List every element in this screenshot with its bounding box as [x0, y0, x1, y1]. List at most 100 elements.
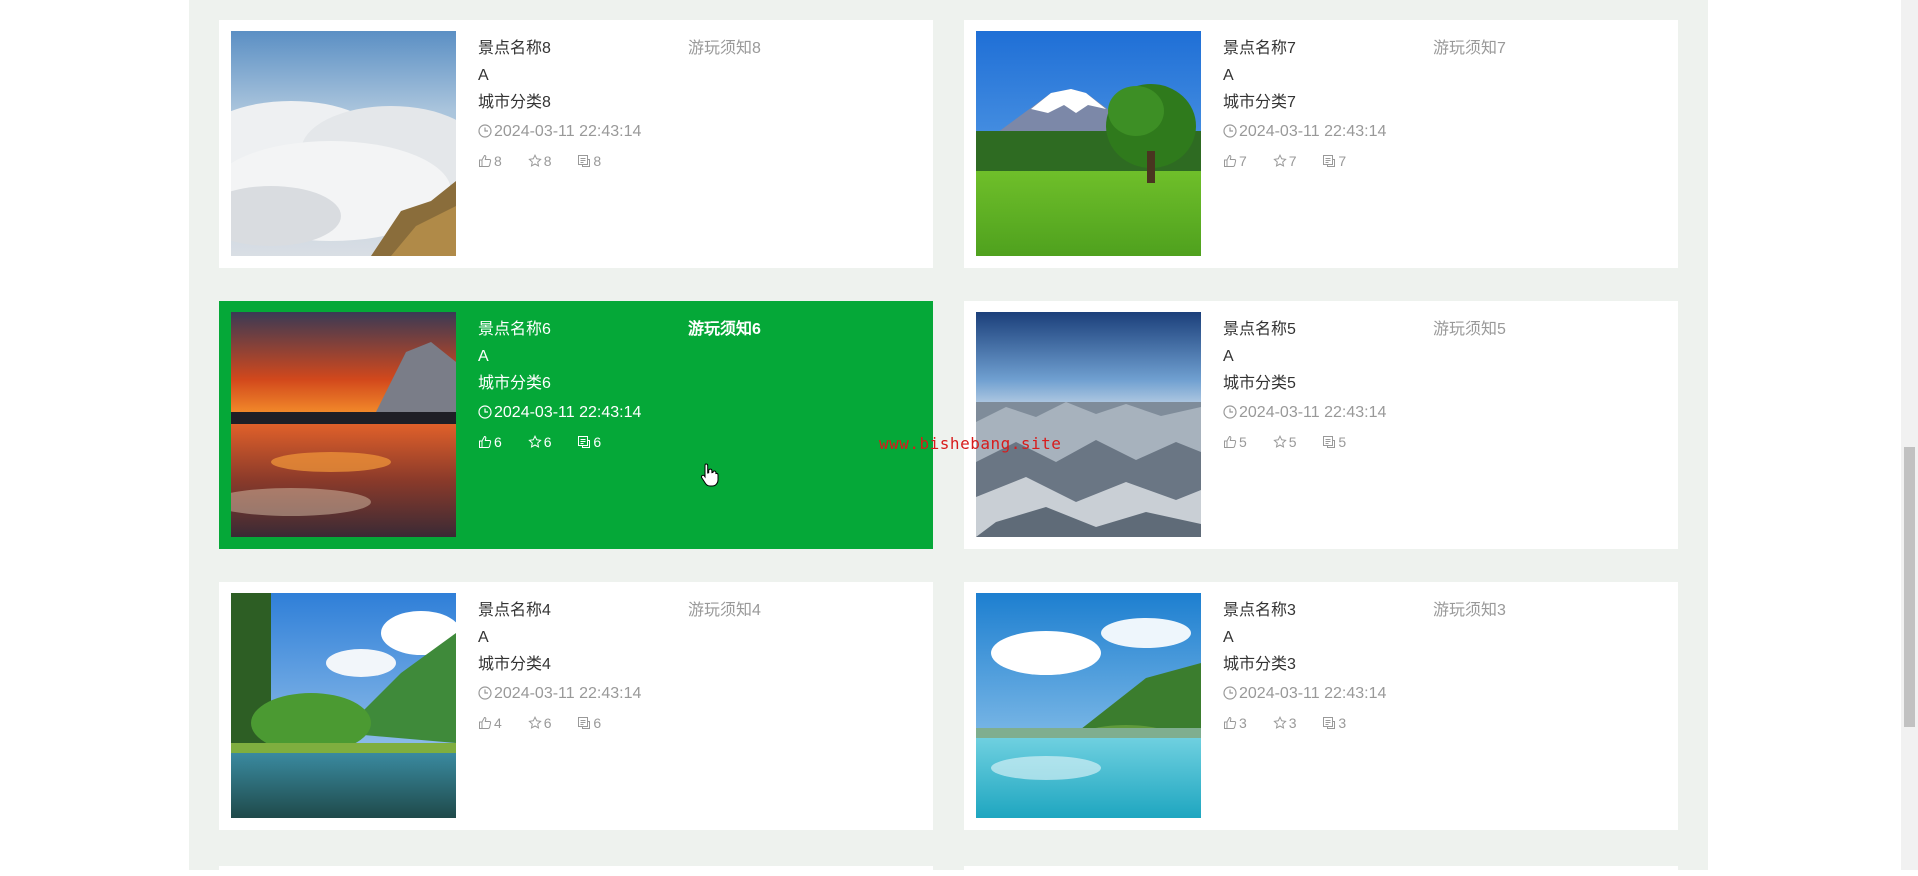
favorite-count: 6: [543, 434, 552, 450]
spot-time: 2024-03-11 22:43:14: [494, 685, 642, 702]
comment-count: 6: [593, 715, 602, 731]
favorite-stat[interactable]: 3: [1272, 710, 1297, 736]
favorite-stat[interactable]: 6: [527, 429, 552, 455]
spot-name[interactable]: 景点名称7: [1223, 35, 1433, 62]
star-icon: [527, 716, 542, 729]
spot-grade: A: [1223, 629, 1234, 646]
thumbs-up-icon: [479, 716, 492, 729]
clock-icon: [1223, 124, 1237, 138]
like-stat[interactable]: 3: [1223, 710, 1247, 736]
clock-icon: [1223, 405, 1237, 419]
favorite-stat[interactable]: 7: [1272, 148, 1297, 174]
comment-icon: [1323, 436, 1336, 448]
comment-stat[interactable]: 7: [1322, 148, 1346, 174]
spot-card[interactable]: 景点名称7 游玩须知7 A 城市分类7 2024-03-11 22:43:14 7…: [964, 20, 1678, 268]
comment-icon: [578, 155, 591, 167]
spot-name[interactable]: 景点名称8: [478, 35, 688, 62]
spot-time: 2024-03-11 22:43:14: [494, 123, 642, 140]
scrollbar-thumb[interactable]: [1904, 447, 1915, 727]
spot-name[interactable]: 景点名称5: [1223, 316, 1433, 343]
like-count: 4: [494, 715, 502, 731]
spot-time: 2024-03-11 22:43:14: [494, 404, 642, 421]
spot-card[interactable]: 景点名称4 游玩须知4 A 城市分类4 2024-03-11 22:43:14 4…: [219, 582, 933, 830]
spot-card-partial[interactable]: [219, 866, 933, 876]
favorite-stat[interactable]: 5: [1272, 429, 1297, 455]
clock-icon: [1223, 686, 1237, 700]
comment-icon: [1323, 155, 1336, 167]
thumbs-up-icon: [1224, 435, 1237, 448]
spot-card-active[interactable]: 景点名称6 游玩须知6 A 城市分类6 2024-03-11 22:43:14 6…: [219, 301, 933, 549]
spot-card[interactable]: 景点名称5 游玩须知5 A 城市分类5 2024-03-11 22:43:14 5…: [964, 301, 1678, 549]
comment-count: 7: [1338, 153, 1347, 169]
star-icon: [527, 435, 542, 448]
spot-city: 城市分类4: [478, 656, 551, 673]
favorite-stat[interactable]: 8: [527, 148, 552, 174]
spot-city: 城市分类7: [1223, 94, 1296, 111]
spot-name[interactable]: 景点名称4: [478, 597, 688, 624]
like-count: 3: [1239, 715, 1247, 731]
comment-count: 6: [593, 434, 602, 450]
comment-stat[interactable]: 8: [577, 148, 601, 174]
comment-count: 5: [1338, 434, 1347, 450]
spot-city: 城市分类8: [478, 94, 551, 111]
comment-stat[interactable]: 5: [1322, 429, 1346, 455]
spot-image[interactable]: [976, 31, 1201, 256]
comment-icon: [1323, 717, 1336, 729]
hand-cursor-icon: [700, 463, 719, 487]
comment-icon: [578, 717, 591, 729]
spot-card-partial[interactable]: [964, 866, 1678, 876]
spot-image[interactable]: [231, 593, 456, 818]
spot-image[interactable]: [231, 31, 456, 256]
spot-grade: A: [1223, 67, 1234, 84]
comment-stat[interactable]: 6: [577, 710, 601, 736]
vertical-scrollbar[interactable]: [1901, 0, 1918, 870]
comment-count: 8: [593, 153, 602, 169]
spot-time: 2024-03-11 22:43:14: [1239, 404, 1387, 421]
like-count: 7: [1239, 153, 1247, 169]
comment-stat[interactable]: 3: [1322, 710, 1346, 736]
spot-notice: 游玩须知5: [1433, 321, 1506, 338]
clock-icon: [478, 686, 492, 700]
spot-grade: A: [1223, 348, 1234, 365]
favorite-count: 5: [1288, 434, 1297, 450]
spot-grade: A: [478, 629, 489, 646]
favorite-count: 7: [1288, 153, 1297, 169]
spot-city: 城市分类5: [1223, 375, 1296, 392]
spot-city: 城市分类6: [478, 375, 551, 392]
like-stat[interactable]: 8: [478, 148, 502, 174]
clock-icon: [478, 405, 492, 419]
spot-grade: A: [478, 67, 489, 84]
star-icon: [1272, 154, 1287, 167]
spot-name[interactable]: 景点名称6: [478, 316, 688, 343]
thumbs-up-icon: [1224, 154, 1237, 167]
spot-notice: 游玩须知6: [688, 321, 761, 338]
spot-card[interactable]: 景点名称3 游玩须知3 A 城市分类3 2024-03-11 22:43:14 3…: [964, 582, 1678, 830]
thumbs-up-icon: [479, 154, 492, 167]
spot-notice: 游玩须知8: [688, 40, 761, 57]
like-stat[interactable]: 5: [1223, 429, 1247, 455]
spot-image[interactable]: [231, 312, 456, 537]
spot-name[interactable]: 景点名称3: [1223, 597, 1433, 624]
spot-card[interactable]: 景点名称8 游玩须知8 A 城市分类8 2024-03-11 22:43:14 8…: [219, 20, 933, 268]
like-count: 8: [494, 153, 502, 169]
favorite-count: 8: [543, 153, 552, 169]
spot-city: 城市分类3: [1223, 656, 1296, 673]
comment-icon: [578, 436, 591, 448]
spot-time: 2024-03-11 22:43:14: [1239, 123, 1387, 140]
star-icon: [1272, 435, 1287, 448]
like-stat[interactable]: 7: [1223, 148, 1247, 174]
star-icon: [1272, 716, 1287, 729]
thumbs-up-icon: [479, 435, 492, 448]
spot-image[interactable]: [976, 593, 1201, 818]
like-stat[interactable]: 4: [478, 710, 502, 736]
star-icon: [527, 154, 542, 167]
comment-stat[interactable]: 6: [577, 429, 601, 455]
clock-icon: [478, 124, 492, 138]
favorite-stat[interactable]: 6: [527, 710, 552, 736]
like-count: 6: [494, 434, 502, 450]
like-stat[interactable]: 6: [478, 429, 502, 455]
spot-notice: 游玩须知4: [688, 602, 761, 619]
favorite-count: 6: [543, 715, 552, 731]
spot-image[interactable]: [976, 312, 1201, 537]
favorite-count: 3: [1288, 715, 1297, 731]
